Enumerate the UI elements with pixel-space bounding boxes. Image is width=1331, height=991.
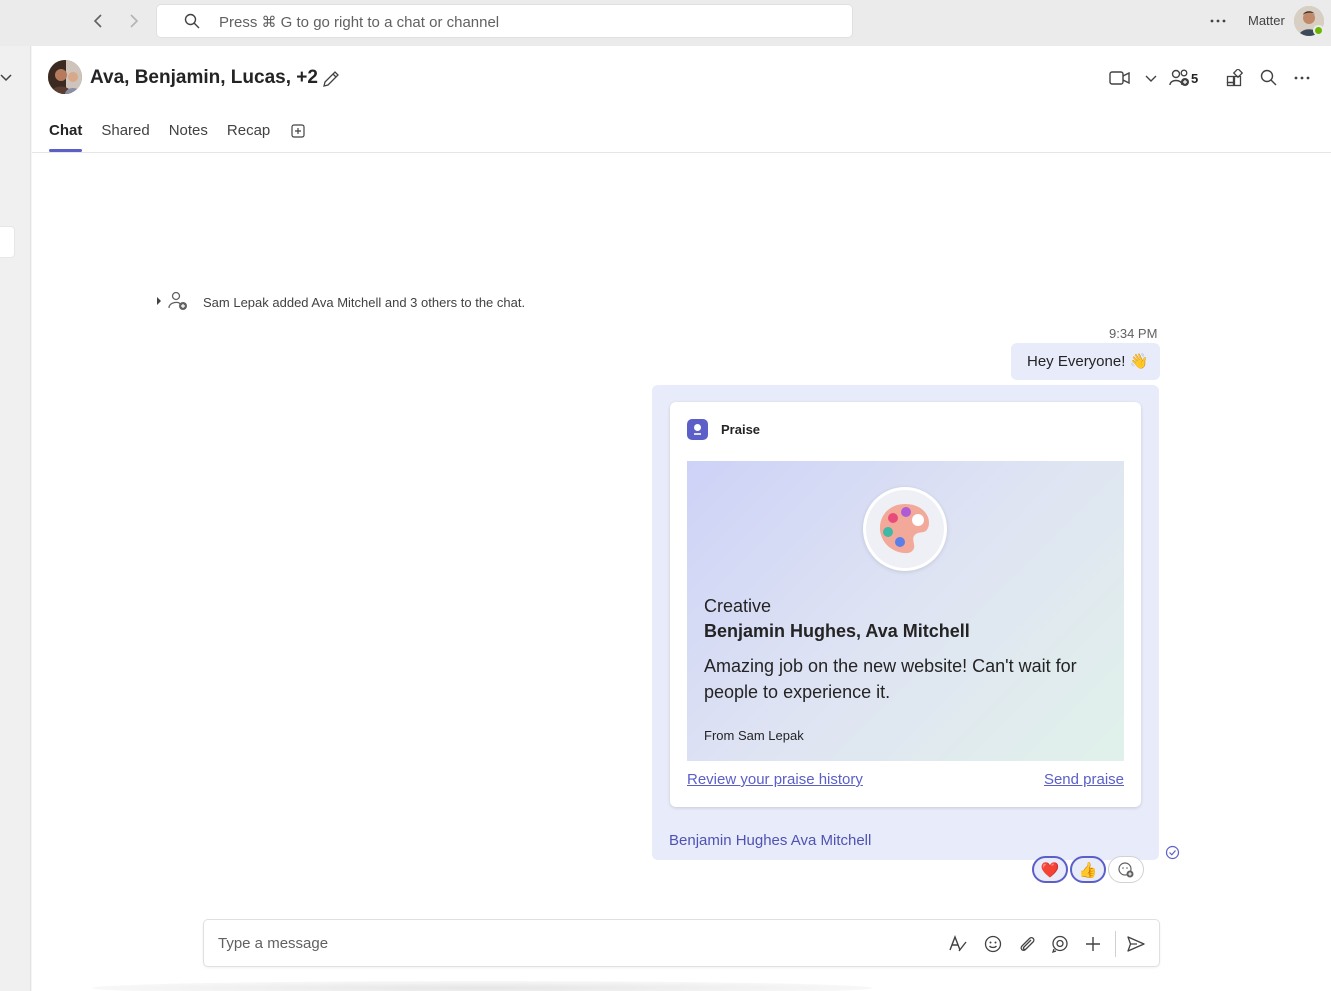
tabs-divider	[32, 152, 1331, 153]
seen-check-icon	[1165, 845, 1180, 860]
video-call-icon[interactable]	[1109, 70, 1131, 86]
praise-type: Creative	[704, 596, 772, 616]
search-icon[interactable]	[1260, 69, 1277, 86]
plus-icon[interactable]	[1083, 934, 1103, 954]
heart-icon: ❤️	[1040, 861, 1060, 879]
add-reaction-button[interactable]	[1108, 856, 1144, 883]
message-input[interactable]: Type a message	[218, 935, 328, 952]
organization-name[interactable]: Matter	[1248, 13, 1285, 28]
group-avatar[interactable]	[48, 60, 82, 94]
praise-message-text: Amazing job on the new website! Can't wa…	[704, 656, 1077, 702]
composer-divider	[1115, 931, 1116, 957]
praise-panel: Creative Benjamin Hughes, Ava Mitchell A…	[687, 461, 1124, 761]
attach-icon[interactable]	[1017, 934, 1037, 954]
apps-icon[interactable]	[1226, 69, 1244, 87]
chevron-down-icon[interactable]	[0, 73, 12, 83]
chat-pane: Ava, Benjamin, Lucas, +2 5 Chat Shared N…	[32, 46, 1331, 991]
message-bubble[interactable]: Hey Everyone! 👋	[1011, 343, 1160, 380]
tab-chat[interactable]: Chat	[49, 122, 83, 152]
card-app-name: Praise	[721, 422, 761, 437]
praise-card: Praise Creative Benjamin Hughes, Ava Mit…	[670, 402, 1141, 807]
mentioned-people[interactable]: Benjamin Hughes Ava Mitchell	[669, 832, 871, 849]
tab-shared[interactable]: Shared	[101, 122, 149, 152]
emoji-icon[interactable]	[983, 934, 1003, 954]
more-options-icon[interactable]	[1292, 69, 1312, 87]
tab-recap[interactable]: Recap	[227, 122, 270, 152]
chevron-down-icon[interactable]	[1144, 74, 1158, 84]
format-icon[interactable]	[948, 934, 968, 954]
loop-icon[interactable]	[1050, 934, 1070, 954]
palette-icon	[863, 487, 947, 571]
reaction-heart[interactable]: ❤️	[1032, 856, 1068, 883]
left-rail	[0, 46, 31, 991]
presence-available-icon	[1313, 25, 1324, 36]
participant-count[interactable]: 5	[1191, 71, 1198, 86]
chat-title: Ava, Benjamin, Lucas, +2	[90, 67, 318, 88]
add-tab-icon[interactable]	[291, 124, 305, 138]
search-placeholder: Press ⌘ G to go right to a chat or chann…	[219, 14, 500, 31]
praise-recipients: Benjamin Hughes, Ava Mitchell	[704, 621, 970, 641]
praise-message[interactable]: Praise Creative Benjamin Hughes, Ava Mit…	[652, 385, 1159, 860]
pencil-icon[interactable]	[321, 69, 341, 89]
chevron-left-icon	[93, 14, 102, 28]
chevron-right-icon	[130, 14, 139, 28]
praise-app-icon	[687, 419, 708, 440]
review-praise-history-link[interactable]: Review your praise history	[687, 771, 863, 788]
chat-tabs: Chat Shared Notes Recap	[49, 122, 289, 152]
more-options-icon[interactable]	[1208, 12, 1228, 32]
reaction-thumbs-up[interactable]: 👍	[1070, 856, 1106, 883]
message-timestamp: 9:34 PM	[1109, 326, 1158, 341]
caret-right-icon[interactable]	[156, 297, 162, 305]
search-icon	[184, 13, 200, 29]
tab-notes[interactable]: Notes	[169, 122, 208, 152]
search-input[interactable]: Press ⌘ G to go right to a chat or chann…	[156, 4, 853, 38]
collapsed-panel-tab[interactable]	[0, 226, 15, 258]
praise-sender: From Sam Lepak	[704, 728, 804, 743]
thumbs-up-icon: 👍	[1078, 861, 1098, 879]
people-icon[interactable]	[1169, 68, 1191, 88]
add-emoji-icon	[1118, 861, 1134, 877]
forward-button[interactable]	[122, 10, 144, 32]
system-message: Sam Lepak added Ava Mitchell and 3 other…	[203, 295, 526, 310]
send-praise-link[interactable]: Send praise	[1044, 771, 1124, 788]
person-add-icon	[168, 291, 187, 310]
window-shadow	[92, 981, 872, 991]
title-bar: Press ⌘ G to go right to a chat or chann…	[0, 0, 1331, 46]
back-button[interactable]	[88, 10, 110, 32]
send-icon[interactable]	[1126, 934, 1146, 954]
message-composer[interactable]: Type a message	[203, 919, 1160, 967]
